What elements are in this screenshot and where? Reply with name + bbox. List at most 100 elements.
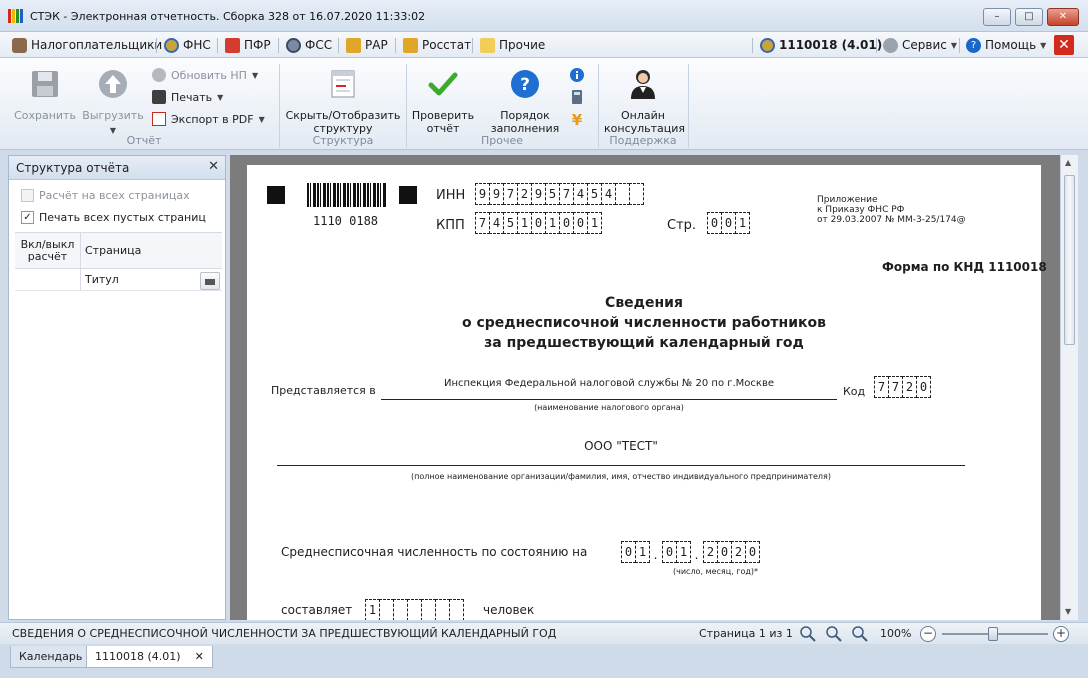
menu-fns[interactable]: ФНС	[164, 36, 211, 54]
info-icon[interactable]	[569, 67, 585, 83]
document-viewport[interactable]: 1110 0188 ИНН 9972957454 КПП 745101001 С…	[230, 155, 1078, 620]
calc-all-pages-checkbox[interactable]: Расчёт на всех страницах	[21, 189, 190, 202]
users-icon	[12, 37, 27, 53]
current-report-indicator[interactable]: 1110018 (4.01)	[760, 36, 882, 54]
tax-authority-caption: (наименование налогового органа)	[534, 403, 684, 412]
print-empty-pages-checkbox[interactable]: ✓ Печать всех пустых страниц	[21, 211, 206, 224]
barcode-image	[307, 183, 387, 207]
zoom-in-button[interactable]: +	[1053, 626, 1069, 642]
column-calc-toggle[interactable]: Вкл/выкл расчёт	[15, 233, 81, 268]
fss-emblem-icon	[286, 37, 301, 53]
chevron-down-icon: ▼	[251, 70, 259, 80]
checkbox-checked-icon: ✓	[21, 211, 34, 224]
menu-fss[interactable]: ФСС	[286, 36, 332, 54]
status-document-name: СВЕДЕНИЯ О СРЕДНЕСПИСОЧНОЙ ЧИСЛЕННОСТИ З…	[12, 627, 557, 640]
calc-toggle-cell[interactable]	[15, 269, 81, 290]
title-bar: СТЭК - Электронная отчетность. Сборка 32…	[0, 0, 1088, 32]
printer-icon[interactable]	[200, 271, 220, 290]
tab-calendar[interactable]: Календарь	[10, 646, 92, 668]
menu-rosstat[interactable]: Росстат	[403, 36, 471, 54]
group-label-support: Поддержка	[609, 134, 677, 147]
scroll-down-icon[interactable]: ▼	[1065, 607, 1071, 616]
checkbox-box	[21, 189, 34, 202]
filling-order-button[interactable]: ? Порядок заполнения	[490, 68, 560, 135]
column-page[interactable]: Страница	[81, 233, 222, 268]
currency-icon[interactable]: ¥	[569, 111, 585, 127]
corner-marker	[267, 186, 285, 204]
consultant-avatar-icon	[631, 70, 655, 99]
app-logo-icon	[8, 9, 24, 23]
rar-emblem-icon	[346, 37, 361, 53]
minimize-button[interactable]: –	[983, 8, 1011, 26]
svg-text:?: ?	[520, 75, 530, 95]
maximize-button[interactable]: □	[1015, 8, 1043, 26]
floppy-disk-icon	[32, 71, 58, 97]
presented-label: Представляется в	[271, 384, 376, 397]
table-row[interactable]: Титул	[15, 269, 222, 291]
organization-caption: (полное наименование организации/фамилия…	[411, 472, 831, 481]
toggle-structure-button[interactable]: Скрыть/Отобразить структуру	[284, 68, 402, 135]
kpp-label: КПП	[436, 218, 465, 233]
headcount-amount-cells[interactable]: 1	[365, 599, 464, 620]
organization-name-field[interactable]: ООО "ТЕСТ"	[277, 439, 965, 453]
status-bar: СВЕДЕНИЯ О СРЕДНЕСПИСОЧНОЙ ЧИСЛЕННОСТИ З…	[0, 622, 1088, 644]
close-window-button[interactable]: ✕	[1047, 8, 1079, 26]
export-button[interactable]: Выгрузить ▼	[82, 68, 144, 137]
group-label-structure: Структура	[312, 134, 374, 147]
chevron-down-icon: ▼	[1040, 40, 1047, 50]
folder-icon	[480, 37, 495, 53]
menu-bar: Налогоплательщики ФНС ПФР ФСС РАР Росста…	[0, 32, 1088, 58]
kpp-cells[interactable]: 745101001	[475, 212, 602, 234]
document-structure-icon	[331, 70, 355, 98]
fns-emblem-icon	[164, 37, 179, 53]
grid-header: Вкл/выкл расчёт Страница	[15, 233, 222, 269]
export-pdf-button[interactable]: Экспорт в PDF ▼	[152, 112, 265, 126]
menu-rar[interactable]: РАР	[346, 36, 388, 54]
tab-report[interactable]: 1110018 (4.01) ✕	[86, 646, 213, 668]
document-title: Сведения о среднесписочной численности р…	[461, 295, 827, 351]
date-caption: (число, месяц, год)*	[673, 567, 758, 576]
inn-label: ИНН	[436, 188, 466, 203]
close-tab-icon[interactable]: ✕	[195, 650, 204, 663]
save-button[interactable]: Сохранить	[14, 68, 76, 122]
vertical-scrollbar[interactable]: ▲ ▼	[1060, 155, 1078, 620]
menu-pfr[interactable]: ПФР	[225, 36, 271, 54]
print-button[interactable]: Печать ▼	[152, 90, 223, 104]
zoom-slider-thumb[interactable]	[988, 627, 998, 641]
headcount-date-cells[interactable]: 01 . 01 . 2020	[621, 541, 760, 563]
inn-cells[interactable]: 9972957454	[475, 183, 644, 205]
corner-marker	[399, 186, 417, 204]
zoom-out-button[interactable]: −	[920, 626, 936, 642]
scroll-up-icon[interactable]: ▲	[1065, 158, 1071, 167]
zoom-fit-width-icon[interactable]	[800, 626, 816, 642]
update-np-button[interactable]: Обновить НП ▼	[152, 68, 258, 82]
amount-unit: человек	[483, 603, 535, 617]
zoom-fit-page-icon[interactable]	[826, 626, 842, 642]
help-question-icon: ?	[511, 70, 539, 98]
page-indicator: Страница 1 из 1	[699, 627, 793, 640]
scrollbar-thumb[interactable]	[1064, 175, 1075, 345]
menu-service[interactable]: Сервис ▼	[883, 36, 957, 54]
close-panel-button[interactable]: ✕	[208, 159, 219, 174]
tax-authority-code-cells[interactable]: 7720	[874, 376, 931, 398]
pdf-icon	[152, 112, 166, 126]
group-label-report: Отчёт	[126, 134, 162, 147]
tax-authority-field[interactable]: Инспекция Федеральной налоговой службы №…	[381, 378, 837, 389]
close-report-button[interactable]: ✕	[1054, 35, 1074, 55]
check-report-button[interactable]: Проверить отчёт	[410, 68, 476, 135]
menu-help[interactable]: ? Помощь ▼	[966, 36, 1046, 54]
menu-other[interactable]: Прочие	[480, 36, 545, 54]
page-name: Титул	[85, 273, 119, 286]
zoom-level: 100%	[880, 627, 912, 640]
ribbon-toolbar: Сохранить Выгрузить ▼ Обновить НП ▼ Печа…	[0, 58, 1088, 150]
calculator-icon[interactable]	[569, 89, 585, 105]
menu-taxpayers[interactable]: Налогоплательщики	[12, 36, 162, 54]
zoom-actual-size-icon[interactable]	[852, 626, 868, 642]
document-page: 1110 0188 ИНН 9972957454 КПП 745101001 С…	[247, 165, 1047, 620]
online-consultation-button[interactable]: Онлайн консультация	[604, 66, 685, 135]
document-tabs: Календарь 1110018 (4.01) ✕	[0, 644, 1088, 678]
headcount-label: Среднесписочная численность по состоянию…	[281, 545, 588, 559]
gear-icon	[883, 37, 898, 53]
page-number-cells[interactable]: 001	[707, 212, 750, 234]
form-code: Форма по КНД 1110018	[882, 260, 1047, 274]
